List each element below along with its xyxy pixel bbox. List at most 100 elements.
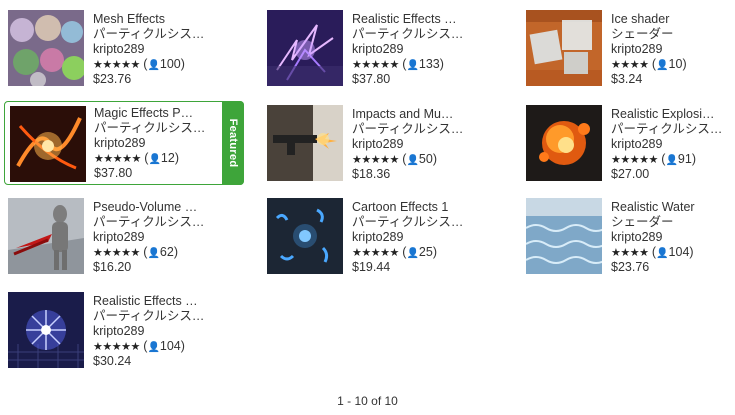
asset-category[interactable]: パーティクルシス… <box>352 122 464 137</box>
rating-count: 62 <box>159 245 174 259</box>
person-icon: 👤 <box>406 248 419 259</box>
asset-publisher[interactable]: kripto289 <box>352 137 464 152</box>
asset-price: $23.76 <box>93 72 132 86</box>
rating-stars: ★★★★ <box>611 59 649 71</box>
asset-title[interactable]: Ice shader <box>611 12 723 27</box>
asset-thumbnail[interactable] <box>267 198 343 274</box>
asset-price: $19.44 <box>352 260 391 274</box>
asset-title[interactable]: Cartoon Effects 1 <box>352 200 464 215</box>
asset-rating: ★★★★ (👤10) <box>611 57 687 71</box>
asset-rating: ★★★★★ (👤12) <box>94 151 179 165</box>
asset-thumbnail[interactable] <box>526 10 602 86</box>
asset-category[interactable]: シェーダー <box>611 215 723 230</box>
asset-price: $16.20 <box>93 260 132 274</box>
asset-rating: ★★★★★ (👤50) <box>352 152 437 166</box>
person-icon: 👤 <box>656 60 669 71</box>
asset-category[interactable]: シェーダー <box>611 27 723 42</box>
rating-count: 25 <box>418 245 433 259</box>
asset-card-pseudo-volume[interactable]: Pseudo-Volume … パーティクルシス… kripto289 ★★★★… <box>8 198 230 274</box>
asset-rating: ★★★★★ (👤133) <box>352 57 444 71</box>
asset-price: $18.36 <box>352 167 391 181</box>
asset-thumbnail[interactable] <box>10 106 86 182</box>
asset-thumbnail[interactable] <box>8 198 84 274</box>
asset-thumbnail[interactable] <box>267 10 343 86</box>
asset-category[interactable]: パーティクルシス… <box>93 27 205 42</box>
asset-price: $37.80 <box>352 72 391 86</box>
asset-publisher[interactable]: kripto289 <box>611 137 723 152</box>
rating-count: 133 <box>418 57 440 71</box>
asset-card-realistic-effects-2[interactable]: Realistic Effects … パーティクルシス… kripto289 … <box>8 292 230 368</box>
asset-title[interactable]: Impacts and Mu… <box>352 107 464 122</box>
asset-card-mesh-effects[interactable]: Mesh Effects パーティクルシス… kripto289 ★★★★★ (… <box>8 10 230 86</box>
asset-title[interactable]: Realistic Effects … <box>352 12 464 27</box>
asset-card-impacts[interactable]: Impacts and Mu… パーティクルシス… kripto289 ★★★★… <box>267 105 489 181</box>
asset-publisher[interactable]: kripto289 <box>93 42 205 57</box>
pagination-summary: 1 - 10 of 10 <box>337 394 398 408</box>
asset-card-cartoon-effects[interactable]: Cartoon Effects 1 パーティクルシス… kripto289 ★★… <box>267 198 489 274</box>
person-icon: 👤 <box>147 60 160 71</box>
asset-category[interactable]: パーティクルシス… <box>93 215 205 230</box>
asset-publisher[interactable]: kripto289 <box>352 230 464 245</box>
asset-publisher[interactable]: kripto289 <box>93 324 205 339</box>
asset-rating: ★★★★★ (👤104) <box>93 339 185 353</box>
asset-publisher[interactable]: kripto289 <box>611 42 723 57</box>
rating-stars: ★★★★★ <box>93 59 140 71</box>
asset-category[interactable]: パーティクルシス… <box>93 309 205 324</box>
asset-category[interactable]: パーティクルシス… <box>94 121 206 136</box>
asset-thumbnail[interactable] <box>8 292 84 368</box>
person-icon: 👤 <box>665 155 678 166</box>
rating-stars: ★★★★★ <box>352 59 399 71</box>
asset-price: $37.80 <box>94 166 133 180</box>
asset-title[interactable]: Realistic Water <box>611 200 723 215</box>
rating-count: 104 <box>668 245 690 259</box>
asset-price: $30.24 <box>93 354 132 368</box>
featured-badge-label: Featured <box>227 118 239 168</box>
rating-count: 91 <box>677 152 692 166</box>
rating-stars: ★★★★★ <box>611 154 658 166</box>
person-icon: 👤 <box>656 248 669 259</box>
person-icon: 👤 <box>148 154 161 165</box>
asset-category[interactable]: パーティクルシス… <box>352 215 464 230</box>
asset-card-magic-effects[interactable]: Magic Effects P… パーティクルシス… kripto289 ★★★… <box>4 101 244 185</box>
asset-rating: ★★★★ (👤104) <box>611 245 694 259</box>
asset-card-realistic-water[interactable]: Realistic Water シェーダー kripto289 ★★★★ (👤1… <box>526 198 735 274</box>
asset-publisher[interactable]: kripto289 <box>352 42 464 57</box>
asset-publisher[interactable]: kripto289 <box>93 230 205 245</box>
asset-title[interactable]: Magic Effects P… <box>94 106 206 121</box>
asset-category[interactable]: パーティクルシス… <box>611 122 723 137</box>
asset-title[interactable]: Mesh Effects <box>93 12 205 27</box>
asset-title[interactable]: Pseudo-Volume … <box>93 200 205 215</box>
asset-thumbnail[interactable] <box>8 10 84 86</box>
featured-badge: Featured <box>222 101 244 185</box>
rating-count: 104 <box>159 339 181 353</box>
asset-card-realistic-explosions[interactable]: Realistic Explosi… パーティクルシス… kripto289 ★… <box>526 105 735 181</box>
asset-price: $3.24 <box>611 72 643 86</box>
asset-thumbnail[interactable] <box>526 198 602 274</box>
rating-stars: ★★★★★ <box>352 154 399 166</box>
asset-rating: ★★★★★ (👤25) <box>352 245 437 259</box>
asset-publisher[interactable]: kripto289 <box>611 230 723 245</box>
asset-price: $23.76 <box>611 260 650 274</box>
rating-stars: ★★★★★ <box>93 341 140 353</box>
asset-rating: ★★★★★ (👤62) <box>93 245 178 259</box>
person-icon: 👤 <box>406 60 419 71</box>
asset-category[interactable]: パーティクルシス… <box>352 27 464 42</box>
asset-thumbnail[interactable] <box>267 105 343 181</box>
asset-card-realistic-effects[interactable]: Realistic Effects … パーティクルシス… kripto289 … <box>267 10 489 86</box>
rating-stars: ★★★★ <box>611 247 649 259</box>
rating-stars: ★★★★★ <box>352 247 399 259</box>
asset-publisher[interactable]: kripto289 <box>94 136 206 151</box>
asset-thumbnail[interactable] <box>526 105 602 181</box>
rating-count: 10 <box>668 57 683 71</box>
asset-title[interactable]: Realistic Effects … <box>93 294 205 309</box>
asset-card-ice-shader[interactable]: Ice shader シェーダー kripto289 ★★★★ (👤10) $3… <box>526 10 735 86</box>
asset-rating: ★★★★★ (👤100) <box>93 57 185 71</box>
asset-title[interactable]: Realistic Explosi… <box>611 107 723 122</box>
rating-count: 12 <box>160 151 175 165</box>
rating-stars: ★★★★★ <box>93 247 140 259</box>
person-icon: 👤 <box>147 342 160 353</box>
rating-count: 100 <box>159 57 181 71</box>
rating-stars: ★★★★★ <box>94 153 141 165</box>
rating-count: 50 <box>418 152 433 166</box>
person-icon: 👤 <box>147 248 160 259</box>
